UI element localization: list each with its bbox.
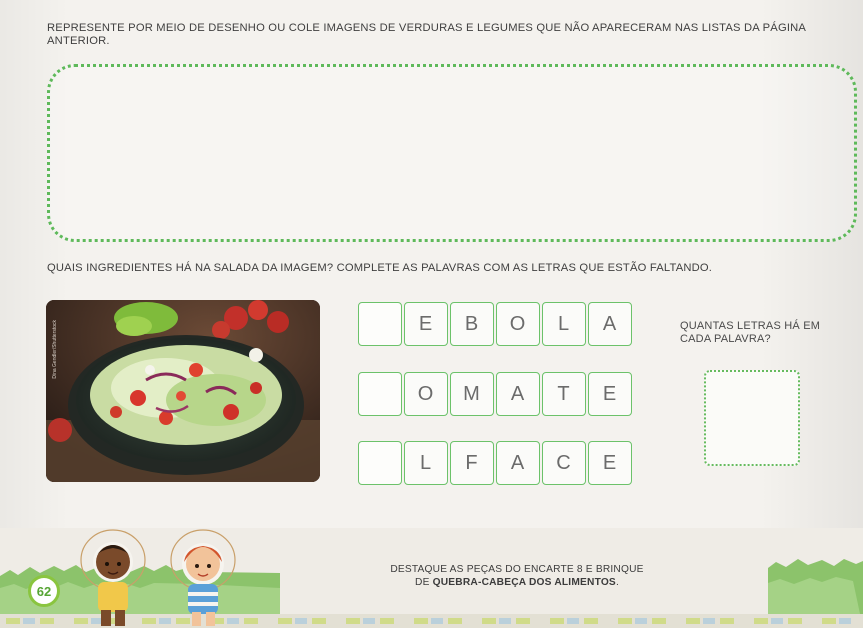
footer-instruction: DESTAQUE AS PEÇAS DO ENCARTE 8 E BRINQUE… xyxy=(352,563,682,589)
letter-cell: E xyxy=(588,441,632,485)
word-row-tomate: O M A T E xyxy=(358,372,634,416)
missing-letter-box[interactable] xyxy=(358,372,402,416)
footer-suffix: . xyxy=(615,577,619,588)
salad-photo: Dina Gendler/Shutterstock xyxy=(46,300,320,482)
footer-line-2: DE QUEBRA-CABEÇA DOS ALIMENTOS. xyxy=(352,576,682,589)
letter-cell: A xyxy=(588,302,632,346)
page-number: 62 xyxy=(28,575,60,607)
letter-cell: T xyxy=(542,372,586,416)
footer-game-title: QUEBRA-CABEÇA DOS ALIMENTOS xyxy=(432,577,616,588)
letter-cell: L xyxy=(404,441,448,485)
drawing-area[interactable] xyxy=(47,64,857,242)
letter-cell: C xyxy=(542,441,586,485)
salad-question: QUAIS INGREDIENTES HÁ NA SALADA DA IMAGE… xyxy=(47,262,713,274)
footer-line-1: DESTAQUE AS PEÇAS DO ENCARTE 8 E BRINQUE xyxy=(390,564,644,575)
letter-count-answer-box[interactable] xyxy=(704,370,800,466)
letter-cell: E xyxy=(404,302,448,346)
word-row-alface: L F A C E xyxy=(358,441,634,485)
footer-prefix: DE xyxy=(415,577,433,588)
letter-cell: B xyxy=(450,302,494,346)
children-jumping-rope-illustration xyxy=(80,529,236,626)
letter-cell: A xyxy=(496,441,540,485)
letter-cell: O xyxy=(496,302,540,346)
word-row-cebola: E B O L A xyxy=(358,302,634,346)
letter-cell: M xyxy=(450,372,494,416)
photo-credit: Dina Gendler/Shutterstock xyxy=(52,320,58,379)
missing-letter-box[interactable] xyxy=(358,302,402,346)
letter-cell: L xyxy=(542,302,586,346)
letter-cell: E xyxy=(588,372,632,416)
missing-letter-box[interactable] xyxy=(358,441,402,485)
letter-cell: A xyxy=(496,372,540,416)
salad-illustration xyxy=(46,300,320,482)
drawing-instruction: REPRESENTE POR MEIO DE DESENHO OU COLE I… xyxy=(47,22,806,47)
letter-cell: F xyxy=(450,441,494,485)
letter-cell: O xyxy=(404,372,448,416)
count-question: QUANTAS LETRAS HÁ EM CADA PALAVRA? xyxy=(680,320,821,345)
